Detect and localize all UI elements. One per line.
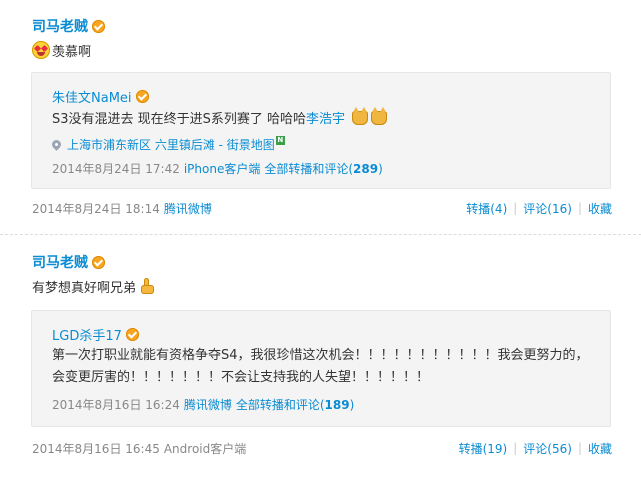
post-actions: 转播(19) | 评论(56) | 收藏 <box>459 440 612 457</box>
post-timestamp[interactable]: 2014年8月24日 18:14 <box>32 200 160 217</box>
comment-button[interactable]: 评论(56) <box>523 440 572 457</box>
action-divider: | <box>577 441 582 455</box>
location-pin-icon <box>50 137 63 151</box>
repost-meta: 2014年8月16日 16:24 腾讯微博 全部转播和评论(189) <box>52 395 354 413</box>
repost-author-name[interactable]: LGD杀手17 <box>52 325 122 344</box>
post-source[interactable]: Android客户端 <box>164 440 246 457</box>
post-actions: 转播(4) | 评论(16) | 收藏 <box>466 200 612 217</box>
verified-badge-icon <box>92 19 105 33</box>
favorite-button[interactable]: 收藏 <box>588 440 612 457</box>
all-reposts-close: ) <box>378 161 383 176</box>
verified-badge-icon <box>135 89 149 103</box>
all-reposts-link[interactable]: 全部转播和评论(289) <box>264 160 382 177</box>
repost-text: 第一次打职业就能有资格争夺S4，我很珍惜这次机会！！！！！！！！！！！我会更努力… <box>52 345 597 389</box>
repost-timestamp[interactable]: 2014年8月24日 17:42 <box>52 160 180 177</box>
weibo-feed: 司马老贼 羡慕啊 朱佳文NaMei S3没有混进去 现在终于进S系列赛了 哈哈哈… <box>0 0 641 478</box>
all-reposts-count: 189 <box>324 397 350 412</box>
action-divider: | <box>577 201 582 215</box>
post-source[interactable]: 腾讯微博 <box>164 200 212 217</box>
author-name[interactable]: 司马老贼 <box>32 16 88 36</box>
post-timestamp[interactable]: 2014年8月16日 16:45 <box>32 440 160 457</box>
repost-box: 朱佳文NaMei S3没有混进去 现在终于进S系列赛了 哈哈哈李浩宇 上海市浦东… <box>31 72 611 189</box>
cat-emoji-icon <box>371 107 388 125</box>
street-map-icon[interactable]: N <box>275 135 285 145</box>
repost-button[interactable]: 转播(19) <box>459 440 508 457</box>
repost-author-row: 朱佳文NaMei <box>52 87 149 106</box>
envy-face-icon <box>32 41 50 59</box>
post-text-content: 有梦想真好啊兄弟 <box>32 280 137 296</box>
repost-author-row: LGD杀手17 <box>52 325 139 344</box>
all-reposts-count: 289 <box>353 161 379 176</box>
post-text: 羡慕啊 <box>32 40 91 60</box>
mention-link[interactable]: 李浩宇 <box>306 112 345 127</box>
favorite-button[interactable]: 收藏 <box>588 200 612 217</box>
repost-button[interactable]: 转播(4) <box>466 200 507 217</box>
repost-source[interactable]: iPhone客户端 <box>184 160 261 177</box>
repost-meta: 2014年8月24日 17:42 iPhone客户端 全部转播和评论(289) <box>52 159 383 177</box>
post-text-content: 羡慕啊 <box>52 44 92 60</box>
author-row: 司马老贼 <box>32 16 105 36</box>
verified-badge-icon <box>125 327 139 341</box>
post-text: 有梦想真好啊兄弟 <box>32 276 156 296</box>
repost-author-name[interactable]: 朱佳文NaMei <box>52 87 132 106</box>
location-row: 上海市浦东新区 六里镇后滩 - 街景地图 N <box>50 135 285 153</box>
verified-badge-icon <box>92 255 105 269</box>
action-divider: | <box>513 441 518 455</box>
all-reposts-label: 全部转播和评论( <box>235 397 325 412</box>
author-name[interactable]: 司马老贼 <box>32 252 88 272</box>
cat-emoji-icon <box>352 107 369 125</box>
location-link[interactable]: 上海市浦东新区 六里镇后滩 - 街景地图 <box>67 136 275 153</box>
action-divider: | <box>513 201 518 215</box>
author-row: 司马老贼 <box>32 252 105 272</box>
repost-text-content: S3没有混进去 现在终于进S系列赛了 哈哈哈 <box>52 112 307 127</box>
all-reposts-label: 全部转播和评论( <box>264 161 354 176</box>
repost-text: S3没有混进去 现在终于进S系列赛了 哈哈哈李浩宇 <box>52 107 597 131</box>
post-footer: 2014年8月16日 16:45 Android客户端 转播(19) | 评论(… <box>32 439 612 457</box>
all-reposts-close: ) <box>349 397 355 412</box>
comment-button[interactable]: 评论(16) <box>523 200 572 217</box>
repost-box: LGD杀手17 第一次打职业就能有资格争夺S4，我很珍惜这次机会！！！！！！！！… <box>31 310 611 427</box>
feed-divider <box>0 234 641 235</box>
repost-timestamp[interactable]: 2014年8月16日 16:24 <box>52 396 180 413</box>
repost-text-content: 第一次打职业就能有资格争夺S4，我很珍惜这次机会！！！！！！！！！！！我会更努力… <box>52 348 589 385</box>
repost-source[interactable]: 腾讯微博 <box>184 396 232 413</box>
all-reposts-link[interactable]: 全部转播和评论(189) <box>236 396 354 413</box>
post-footer: 2014年8月24日 18:14 腾讯微博 转播(4) | 评论(16) | 收… <box>32 199 612 217</box>
thumbs-up-icon <box>138 277 156 295</box>
